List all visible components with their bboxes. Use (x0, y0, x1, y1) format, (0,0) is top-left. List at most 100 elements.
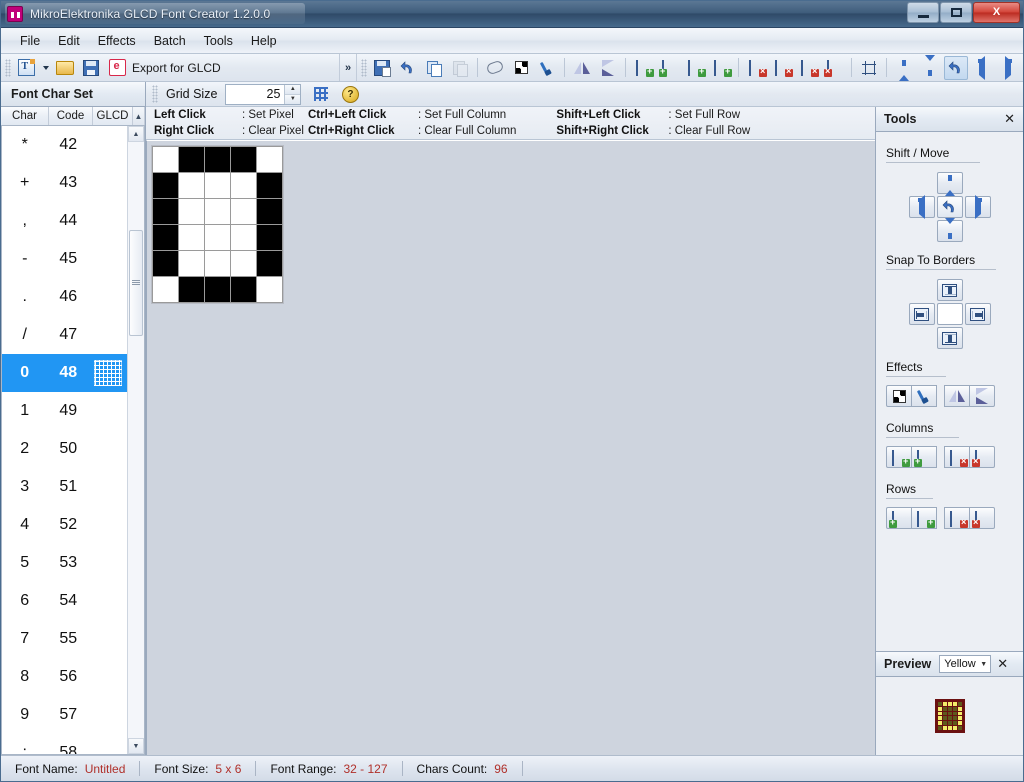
grid-toggle-button[interactable] (309, 82, 333, 106)
pixel-cell-3-2[interactable] (231, 199, 256, 224)
shift-down-button[interactable] (937, 220, 963, 242)
column-header-char[interactable]: Char (1, 107, 49, 125)
pixel-cell-0-4[interactable] (153, 251, 178, 276)
scroll-down-button[interactable]: ▼ (128, 738, 144, 754)
delete-column-right-button[interactable] (969, 446, 995, 468)
pixel-cell-0-1[interactable] (153, 173, 178, 198)
grid-size-down-icon[interactable]: ▼ (285, 95, 300, 104)
pixel-cell-2-1[interactable] (205, 173, 230, 198)
charset-scrollbar[interactable]: ▲ ▼ (127, 126, 144, 754)
menu-item-batch[interactable]: Batch (145, 31, 195, 51)
column-header-glcd[interactable]: GLCD (93, 107, 133, 125)
toolbar-grip[interactable] (5, 59, 11, 77)
delete-row-bottom-button[interactable] (969, 507, 995, 529)
pixel-cell-3-1[interactable] (231, 173, 256, 198)
charset-row-53[interactable]: 553 (2, 544, 127, 582)
delete-column-left-button[interactable] (744, 56, 768, 80)
grid-size-input[interactable] (226, 85, 284, 104)
shift-right-button[interactable] (996, 56, 1020, 80)
menu-item-effects[interactable]: Effects (89, 31, 145, 51)
new-font-button[interactable]: T (14, 56, 38, 80)
toolbar-edit-grip[interactable] (361, 59, 367, 77)
pixel-cell-1-1[interactable] (179, 173, 204, 198)
delete-row-bottom-button[interactable] (822, 56, 846, 80)
pixel-cell-0-0[interactable] (153, 147, 178, 172)
chevron-down-icon[interactable]: ▼ (977, 661, 990, 668)
tools-panel-close-button[interactable]: ✕ (1004, 111, 1015, 127)
pixel-cell-4-5[interactable] (257, 277, 282, 302)
shift-up-button[interactable] (937, 172, 963, 194)
pixel-cell-1-3[interactable] (179, 225, 204, 250)
preview-color-select[interactable]: Yellow ▼ (939, 655, 991, 673)
pixel-cell-0-2[interactable] (153, 199, 178, 224)
delete-column-left-button[interactable] (944, 446, 970, 468)
brush-button[interactable] (911, 385, 937, 407)
pixel-cell-4-1[interactable] (257, 173, 282, 198)
snap-bottom-button[interactable] (937, 327, 963, 349)
preview-panel-close-button[interactable]: ✕ (997, 656, 1008, 672)
menu-item-tools[interactable]: Tools (195, 31, 242, 51)
snap-right-button[interactable] (965, 303, 991, 325)
grid-toolbar-grip[interactable] (152, 85, 158, 103)
add-row-bottom-button[interactable] (911, 507, 937, 529)
rotate-reset-button[interactable] (937, 196, 963, 218)
charset-list[interactable]: *42+43,44-45.46/470481492503514525536547… (2, 126, 127, 754)
pixel-cell-4-0[interactable] (257, 147, 282, 172)
copy-button[interactable] (422, 56, 446, 80)
sort-ascending-icon[interactable]: ▲ (133, 107, 145, 125)
pixel-cell-2-0[interactable] (205, 147, 230, 172)
pixel-cell-1-4[interactable] (179, 251, 204, 276)
new-font-dropdown-button[interactable] (40, 56, 51, 80)
undo-button[interactable] (396, 56, 420, 80)
pixel-cell-2-3[interactable] (205, 225, 230, 250)
pixel-cell-4-2[interactable] (257, 199, 282, 224)
add-column-right-button[interactable] (911, 446, 937, 468)
shift-left-button[interactable] (970, 56, 994, 80)
scroll-thumb[interactable] (129, 230, 143, 336)
shift-right-button[interactable] (965, 196, 991, 218)
pixel-canvas[interactable] (146, 140, 875, 755)
charset-row-55[interactable]: 755 (2, 620, 127, 658)
insert-column-left-button[interactable] (631, 56, 655, 80)
save-file-button[interactable] (79, 56, 103, 80)
charset-row-50[interactable]: 250 (2, 430, 127, 468)
menu-item-help[interactable]: Help (242, 31, 286, 51)
eraser-button[interactable] (483, 56, 507, 80)
pixel-cell-3-3[interactable] (231, 225, 256, 250)
invert-button[interactable] (886, 385, 912, 407)
pixel-cell-3-4[interactable] (231, 251, 256, 276)
delete-column-right-button[interactable] (770, 56, 794, 80)
pixel-cell-3-5[interactable] (231, 277, 256, 302)
charset-row-42[interactable]: *42 (2, 126, 127, 164)
pixel-cell-2-2[interactable] (205, 199, 230, 224)
paste-button[interactable] (448, 56, 472, 80)
flip-vertical-button[interactable] (944, 385, 970, 407)
delete-row-top-button[interactable] (944, 507, 970, 529)
charset-row-48[interactable]: 048 (2, 354, 127, 392)
export-glcd-label[interactable]: Export for GLCD (130, 61, 227, 75)
flip-horizontal-button[interactable] (969, 385, 995, 407)
minimize-button[interactable] (907, 2, 939, 23)
charset-row-54[interactable]: 654 (2, 582, 127, 620)
charset-row-49[interactable]: 149 (2, 392, 127, 430)
charset-row-44[interactable]: ,44 (2, 202, 127, 240)
charset-row-52[interactable]: 452 (2, 506, 127, 544)
add-row-top-button[interactable] (886, 507, 912, 529)
flip-horizontal-button[interactable] (596, 56, 620, 80)
add-column-left-button[interactable] (886, 446, 912, 468)
flip-vertical-button[interactable] (570, 56, 594, 80)
charset-row-46[interactable]: .46 (2, 278, 127, 316)
save-as-button[interactable] (370, 56, 394, 80)
delete-row-top-button[interactable] (796, 56, 820, 80)
scroll-track[interactable] (128, 142, 144, 738)
pixel-cell-2-5[interactable] (205, 277, 230, 302)
pixel-cell-2-4[interactable] (205, 251, 230, 276)
charset-row-51[interactable]: 351 (2, 468, 127, 506)
snap-top-button[interactable] (937, 279, 963, 301)
invert-button[interactable] (509, 56, 533, 80)
charset-row-43[interactable]: +43 (2, 164, 127, 202)
shift-up-button[interactable] (892, 56, 916, 80)
pixel-cell-1-5[interactable] (179, 277, 204, 302)
maximize-button[interactable] (940, 2, 972, 23)
open-file-button[interactable] (53, 56, 77, 80)
